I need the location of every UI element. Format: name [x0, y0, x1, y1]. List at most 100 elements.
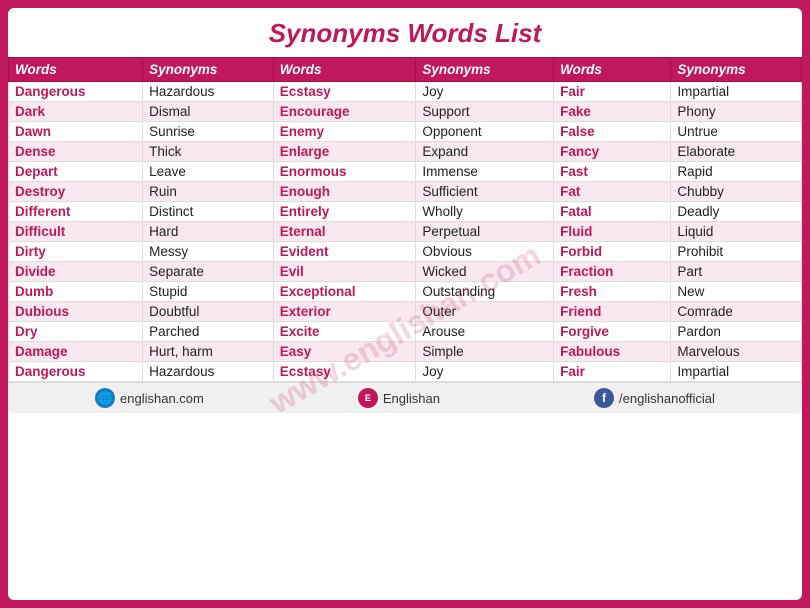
- table-cell: Fair: [554, 362, 671, 382]
- table-cell: Excite: [273, 322, 416, 342]
- englishan-icon: E: [358, 388, 378, 408]
- table-cell: Expand: [416, 142, 554, 162]
- facebook-icon: f: [594, 388, 614, 408]
- table-cell: Dangerous: [9, 82, 143, 102]
- footer-website-text: englishan.com: [120, 391, 204, 406]
- synonyms-table: Words Synonyms Words Synonyms Words Syno…: [8, 57, 802, 382]
- table-container: www.englishan.com Words Synonyms Words S…: [8, 57, 802, 600]
- table-cell: Opponent: [416, 122, 554, 142]
- globe-icon: 🌐: [95, 388, 115, 408]
- footer-item-englishan: E Englishan: [358, 388, 440, 408]
- table-cell: Dubious: [9, 302, 143, 322]
- table-cell: Doubtful: [143, 302, 274, 322]
- table-cell: Wicked: [416, 262, 554, 282]
- table-cell: Difficult: [9, 222, 143, 242]
- table-cell: Ecstasy: [273, 82, 416, 102]
- table-cell: Fresh: [554, 282, 671, 302]
- table-cell: Fabulous: [554, 342, 671, 362]
- table-row: DifferentDistinctEntirelyWhollyFatalDead…: [9, 202, 802, 222]
- table-cell: Forgive: [554, 322, 671, 342]
- table-cell: Fair: [554, 82, 671, 102]
- table-cell: Ruin: [143, 182, 274, 202]
- col-header-words3: Words: [554, 58, 671, 82]
- footer: 🌐 englishan.com E Englishan f /englishan…: [8, 382, 802, 413]
- table-row: DenseThickEnlargeExpandFancyElaborate: [9, 142, 802, 162]
- table-cell: Friend: [554, 302, 671, 322]
- table-cell: Exterior: [273, 302, 416, 322]
- table-row: DivideSeparateEvilWickedFractionPart: [9, 262, 802, 282]
- table-cell: Liquid: [671, 222, 802, 242]
- table-cell: Dismal: [143, 102, 274, 122]
- table-cell: Support: [416, 102, 554, 122]
- table-cell: Joy: [416, 362, 554, 382]
- title-bar: Synonyms Words List: [8, 8, 802, 57]
- table-cell: Destroy: [9, 182, 143, 202]
- table-cell: Enough: [273, 182, 416, 202]
- table-cell: Enormous: [273, 162, 416, 182]
- table-cell: Arouse: [416, 322, 554, 342]
- table-row: DubiousDoubtfulExteriorOuterFriendComrad…: [9, 302, 802, 322]
- table-cell: Dumb: [9, 282, 143, 302]
- table-cell: Comrade: [671, 302, 802, 322]
- table-cell: Pardon: [671, 322, 802, 342]
- table-cell: Elaborate: [671, 142, 802, 162]
- col-header-syn2: Synonyms: [416, 58, 554, 82]
- footer-item-website: 🌐 englishan.com: [95, 388, 204, 408]
- table-cell: Wholly: [416, 202, 554, 222]
- table-row: DumbStupidExceptionalOutstandingFreshNew: [9, 282, 802, 302]
- table-cell: Stupid: [143, 282, 274, 302]
- table-row: DepartLeaveEnormousImmenseFastRapid: [9, 162, 802, 182]
- table-row: DawnSunriseEnemyOpponentFalseUntrue: [9, 122, 802, 142]
- table-cell: Fast: [554, 162, 671, 182]
- table-row: DangerousHazardousEcstasyJoyFairImpartia…: [9, 362, 802, 382]
- table-cell: Dawn: [9, 122, 143, 142]
- table-cell: Enlarge: [273, 142, 416, 162]
- table-cell: Evil: [273, 262, 416, 282]
- table-cell: Eternal: [273, 222, 416, 242]
- table-cell: Distinct: [143, 202, 274, 222]
- table-cell: Prohibit: [671, 242, 802, 262]
- table-row: DangerousHazardousEcstasyJoyFairImpartia…: [9, 82, 802, 102]
- table-cell: Outstanding: [416, 282, 554, 302]
- table-cell: Outer: [416, 302, 554, 322]
- table-cell: Phony: [671, 102, 802, 122]
- col-header-syn3: Synonyms: [671, 58, 802, 82]
- table-cell: Joy: [416, 82, 554, 102]
- table-cell: Fatal: [554, 202, 671, 222]
- table-cell: Rapid: [671, 162, 802, 182]
- table-cell: Dense: [9, 142, 143, 162]
- table-cell: Impartial: [671, 362, 802, 382]
- footer-facebook-text: /englishanofficial: [619, 391, 715, 406]
- table-row: DifficultHardEternalPerpetualFluidLiquid: [9, 222, 802, 242]
- table-cell: Impartial: [671, 82, 802, 102]
- table-row: DestroyRuinEnoughSufficientFatChubby: [9, 182, 802, 202]
- footer-englishan-text: Englishan: [383, 391, 440, 406]
- table-cell: Forbid: [554, 242, 671, 262]
- table-cell: Different: [9, 202, 143, 222]
- table-cell: Dark: [9, 102, 143, 122]
- table-cell: Deadly: [671, 202, 802, 222]
- col-header-syn1: Synonyms: [143, 58, 274, 82]
- table-cell: Thick: [143, 142, 274, 162]
- table-cell: Separate: [143, 262, 274, 282]
- page-title: Synonyms Words List: [8, 18, 802, 49]
- table-cell: Fat: [554, 182, 671, 202]
- col-header-words1: Words: [9, 58, 143, 82]
- table-cell: Ecstasy: [273, 362, 416, 382]
- table-cell: Exceptional: [273, 282, 416, 302]
- table-cell: Simple: [416, 342, 554, 362]
- table-cell: Depart: [9, 162, 143, 182]
- table-cell: New: [671, 282, 802, 302]
- table-cell: Damage: [9, 342, 143, 362]
- table-header-row: Words Synonyms Words Synonyms Words Syno…: [9, 58, 802, 82]
- table-cell: Hazardous: [143, 82, 274, 102]
- table-cell: Hard: [143, 222, 274, 242]
- table-cell: Dry: [9, 322, 143, 342]
- table-cell: Untrue: [671, 122, 802, 142]
- col-header-words2: Words: [273, 58, 416, 82]
- table-row: DarkDismalEncourageSupportFakePhony: [9, 102, 802, 122]
- table-cell: Evident: [273, 242, 416, 262]
- table-cell: Sufficient: [416, 182, 554, 202]
- table-cell: Part: [671, 262, 802, 282]
- table-cell: Fancy: [554, 142, 671, 162]
